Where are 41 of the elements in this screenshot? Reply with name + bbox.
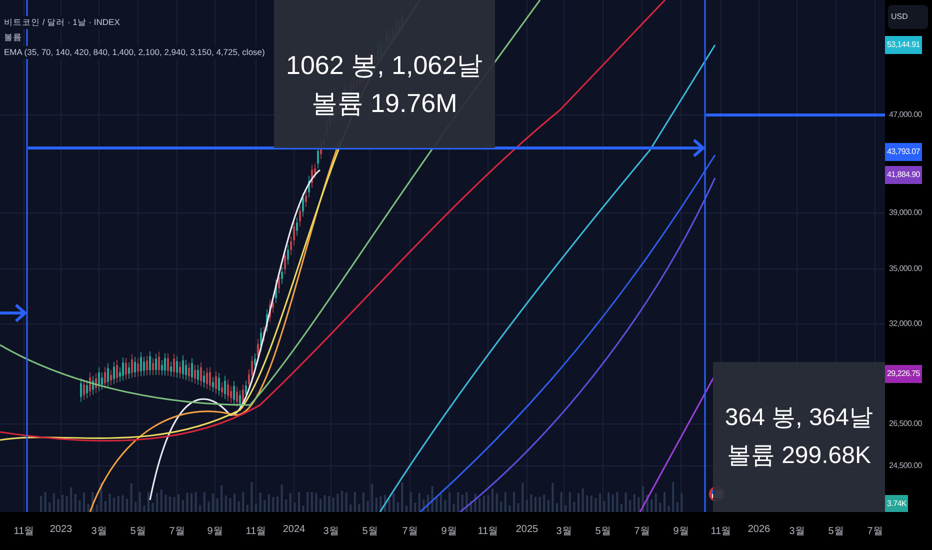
time-tick: 7월: [402, 525, 418, 538]
currency-button[interactable]: USD: [888, 5, 928, 29]
time-tick: 7월: [169, 525, 185, 538]
time-tick: 9월: [441, 525, 457, 538]
price-tick: 32,000.00: [889, 318, 922, 330]
time-tick: 11월: [246, 525, 266, 538]
time-tick: 5월: [130, 525, 146, 538]
time-tick: 2025: [516, 524, 538, 535]
time-tick: 2026: [748, 524, 770, 535]
time-tick: 7월: [634, 525, 650, 538]
price-label: 53,144.91: [885, 36, 922, 54]
price-label: 3.74K: [885, 495, 908, 513]
time-tick: 11월: [710, 525, 732, 538]
time-tick: 9월: [207, 525, 223, 538]
time-tick: 3월: [91, 525, 107, 538]
legend-label[interactable]: 비트코인 / 달러 · 1날 · INDEX: [4, 16, 120, 29]
price-tick: 47,000.00: [889, 109, 922, 121]
measurement-tooltip: 364 봉, 364날 볼륨 299.68K: [712, 362, 885, 512]
time-tick: 5월: [595, 525, 611, 538]
price-tick: 24,500.00: [889, 460, 922, 472]
time-tick: 2024: [282, 524, 306, 535]
time-tick: 7월: [867, 525, 883, 538]
time-tick: 3월: [323, 525, 339, 538]
time-tick: 11월: [478, 525, 498, 538]
measurement-tooltip: 1062 봉, 1,062날 볼륨 19.76M: [274, 0, 495, 148]
time-tick: 9월: [673, 525, 689, 538]
time-tick: 5월: [828, 525, 844, 538]
time-tick: 5월: [362, 525, 378, 538]
price-label: 41,884.90: [885, 166, 922, 184]
price-tick: 35,000.00: [889, 263, 922, 275]
time-tick: 3월: [556, 525, 572, 538]
price-tick: 39,000.00: [889, 207, 922, 219]
time-tick: 11월: [14, 525, 34, 538]
price-label: 43,793.07: [885, 143, 922, 161]
chart-pane[interactable]: 비트코인 / 달러 · 1날 · INDEX 볼륨 EMA (35, 70, 140, 420, 840, 1,400, 2,100, 2,940, 3,150, 4,725, close) 1062 봉, 1,062날 볼륨 19.76M 364 봉, 364날 볼륨 299.68K: [0, 0, 885, 512]
price-tick: 26,500.00: [889, 418, 922, 430]
time-tick: 3월: [789, 525, 805, 538]
time-tick: 2023: [50, 524, 72, 535]
legend-label[interactable]: 볼륨: [4, 31, 22, 44]
legend-label[interactable]: EMA (35, 70, 140, 420, 840, 1,400, 2,100, 2,940, 3,150, 4,725, close): [4, 46, 265, 59]
price-label: 29,226.75: [885, 365, 922, 383]
